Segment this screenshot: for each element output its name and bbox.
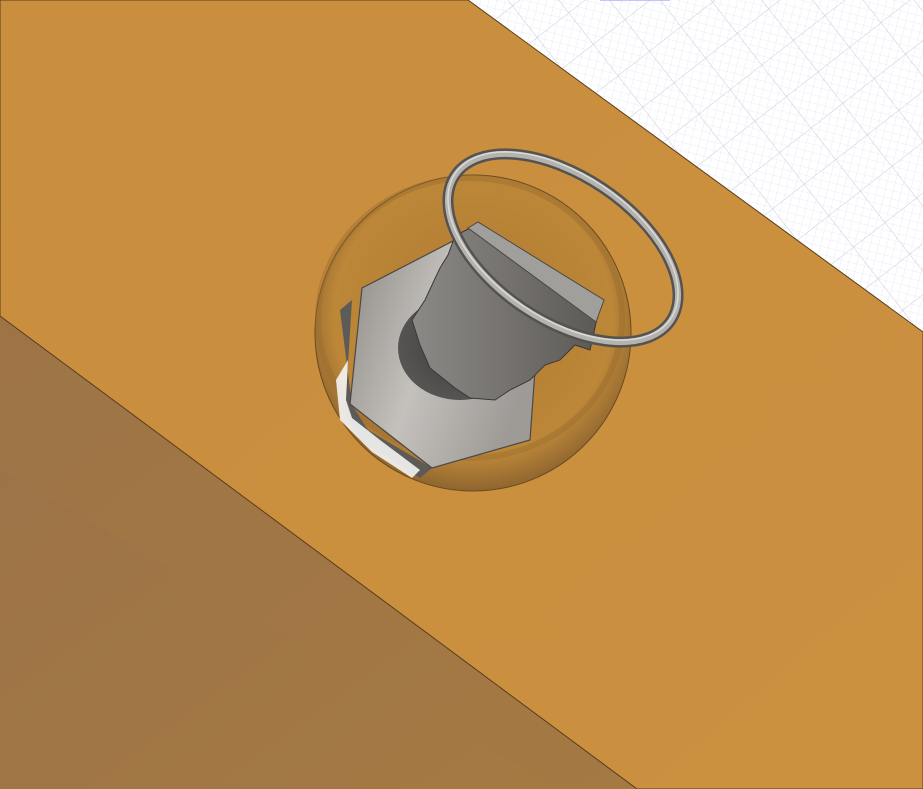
cad-viewport[interactable] — [0, 0, 923, 789]
3d-scene[interactable] — [0, 0, 923, 789]
